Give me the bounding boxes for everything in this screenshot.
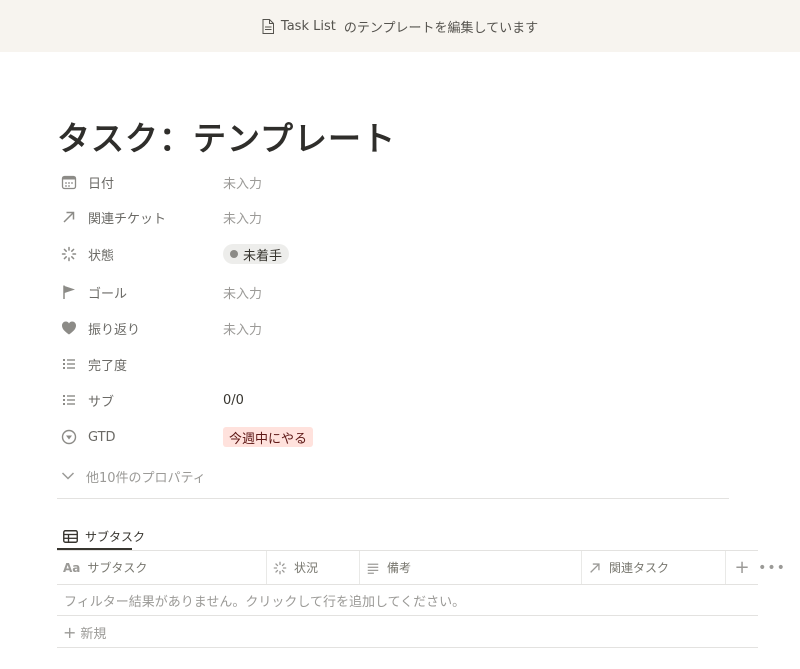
property-label: 振り返り [88, 322, 141, 338]
property-completion[interactable]: 完了度 [57, 347, 737, 381]
property-gtd[interactable]: GTD 今週中にやる [57, 420, 737, 454]
status-dot-icon [230, 250, 238, 258]
table-header: Aa サブタスク 状況 備考 関連タスク + ••• [57, 551, 800, 584]
more-options-button[interactable]: ••• [758, 551, 786, 584]
empty-state-message[interactable]: フィルター結果がありません。クリックして行を追加してください。 [57, 585, 758, 615]
property-label: ゴール [88, 286, 128, 302]
status-icon [61, 246, 77, 262]
property-value[interactable]: 未入力 [223, 173, 262, 192]
column-label: サブタスク [87, 561, 148, 575]
banner-message: のテンプレートを編集しています [343, 20, 539, 36]
property-status[interactable]: 状態 未着手 [57, 237, 737, 271]
new-row-button[interactable]: + 新規 [57, 619, 106, 645]
page-title[interactable]: タスク：テンプレート [57, 112, 396, 160]
flag-icon [61, 284, 77, 300]
property-value[interactable]: 未入力 [223, 319, 262, 338]
status-badge[interactable]: 未着手 [223, 244, 290, 264]
table-icon [63, 529, 78, 543]
row-divider [57, 615, 758, 616]
property-label: 完了度 [88, 358, 128, 374]
list-icon [61, 356, 77, 372]
property-label: GTD [88, 429, 116, 445]
property-value[interactable]: 未入力 [223, 283, 262, 302]
page-doc-icon [262, 18, 274, 34]
status-label: 未着手 [243, 248, 283, 264]
list-icon [61, 392, 77, 408]
calendar-icon [61, 174, 77, 190]
text-aa-icon: Aa [63, 560, 81, 575]
property-label: 状態 [88, 248, 115, 264]
property-label: 関連チケット [88, 211, 167, 227]
column-header-related-task[interactable]: 関連タスク [582, 551, 726, 584]
property-value[interactable]: 0/0 [223, 393, 244, 408]
properties-divider [57, 498, 729, 499]
more-properties-toggle[interactable]: 他10件のプロパティ [60, 465, 206, 487]
add-column-button[interactable]: + [726, 551, 758, 584]
plus-icon: + [63, 622, 77, 642]
column-label: 状況 [294, 561, 319, 575]
view-tab-label: サブタスク [85, 529, 146, 544]
status-icon [273, 561, 287, 574]
table-bottom-divider [57, 647, 758, 648]
column-header-notes[interactable]: 備考 [360, 551, 582, 584]
column-label: 関連タスク [609, 561, 670, 575]
new-row-label: 新規 [80, 626, 107, 642]
heart-icon [61, 320, 77, 336]
property-goal[interactable]: ゴール 未入力 [57, 275, 737, 309]
chevron-down-icon [61, 472, 75, 480]
view-tab-subtasks[interactable]: サブタスク [57, 522, 151, 550]
text-lines-icon [367, 563, 379, 574]
column-label: 備考 [387, 561, 412, 575]
property-sub[interactable]: サブ 0/0 [57, 383, 737, 417]
property-related-ticket[interactable]: 関連チケット 未入力 [57, 200, 737, 234]
property-label: サブ [88, 394, 115, 410]
template-edit-banner: Task List のテンプレートを編集しています [0, 0, 800, 52]
more-properties-label: 他10件のプロパティ [86, 470, 206, 486]
property-retrospective[interactable]: 振り返り 未入力 [57, 311, 737, 345]
column-header-subtask[interactable]: Aa サブタスク [57, 551, 267, 584]
property-date[interactable]: 日付 未入力 [57, 165, 737, 199]
column-header-status[interactable]: 状況 [267, 551, 360, 584]
property-label: 日付 [88, 176, 115, 192]
gtd-tag[interactable]: 今週中にやる [223, 427, 314, 447]
relation-arrow-icon [590, 562, 600, 573]
property-value[interactable]: 未入力 [223, 208, 262, 227]
banner-page-name[interactable]: Task List [281, 19, 336, 34]
relation-arrow-icon [61, 209, 77, 225]
select-icon [61, 429, 77, 445]
